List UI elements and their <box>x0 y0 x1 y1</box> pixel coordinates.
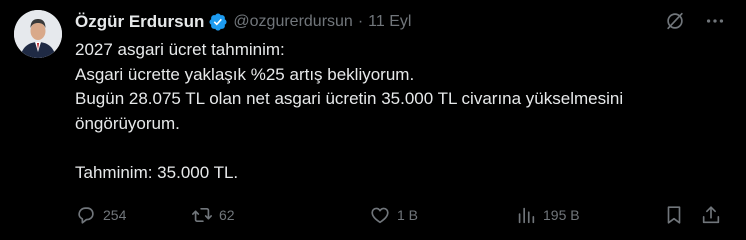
like-count: 1 B <box>397 207 419 223</box>
action-bar: 254 62 1 B 195 B <box>75 203 725 227</box>
tweet-card[interactable]: Özgür Erdursun @ozgurerdursun · 11 Eyl 2… <box>0 0 746 240</box>
tweet-line: Bugün 28.075 TL olan net asgari ücretin … <box>75 89 624 108</box>
heart-icon <box>369 204 391 226</box>
bookmark-icon <box>663 204 685 226</box>
reply-icon <box>75 204 97 226</box>
repost-button[interactable]: 62 <box>191 203 235 227</box>
bookmark-button[interactable] <box>663 203 685 227</box>
views-count: 195 B <box>543 207 580 223</box>
avatar[interactable] <box>14 10 62 58</box>
tweet-line: 2027 asgari ücret tahminim: <box>75 40 285 59</box>
tweet-line: Asgari ücrette yaklaşık %25 artış bekliy… <box>75 64 415 84</box>
tweet-header: Özgür Erdursun @ozgurerdursun · 11 Eyl <box>75 10 411 34</box>
grok-icon[interactable] <box>664 10 686 32</box>
views-icon <box>515 204 537 226</box>
reply-button[interactable]: 254 <box>75 203 126 227</box>
share-icon <box>700 204 722 226</box>
share-button[interactable] <box>700 203 722 227</box>
author-handle[interactable]: @ozgurerdursun <box>233 13 352 31</box>
tweet-text: 2027 asgari ücret tahminim: Asgari ücret… <box>75 38 715 185</box>
tweet-date[interactable]: 11 Eyl <box>368 13 411 31</box>
repost-count: 62 <box>219 207 235 223</box>
views-button[interactable]: 195 B <box>515 203 580 227</box>
tweet-line: Tahminim: 35.000 TL. <box>75 162 239 182</box>
top-icons <box>664 10 726 32</box>
separator-dot: · <box>357 13 364 30</box>
more-icon[interactable] <box>704 10 726 32</box>
author-name[interactable]: Özgür Erdursun <box>75 12 204 32</box>
reply-count: 254 <box>103 207 127 223</box>
verified-badge-icon[interactable] <box>208 12 228 32</box>
repost-icon <box>191 204 213 226</box>
like-button[interactable]: 1 B <box>369 203 418 227</box>
tweet-line: öngörüyorum. <box>75 113 180 133</box>
